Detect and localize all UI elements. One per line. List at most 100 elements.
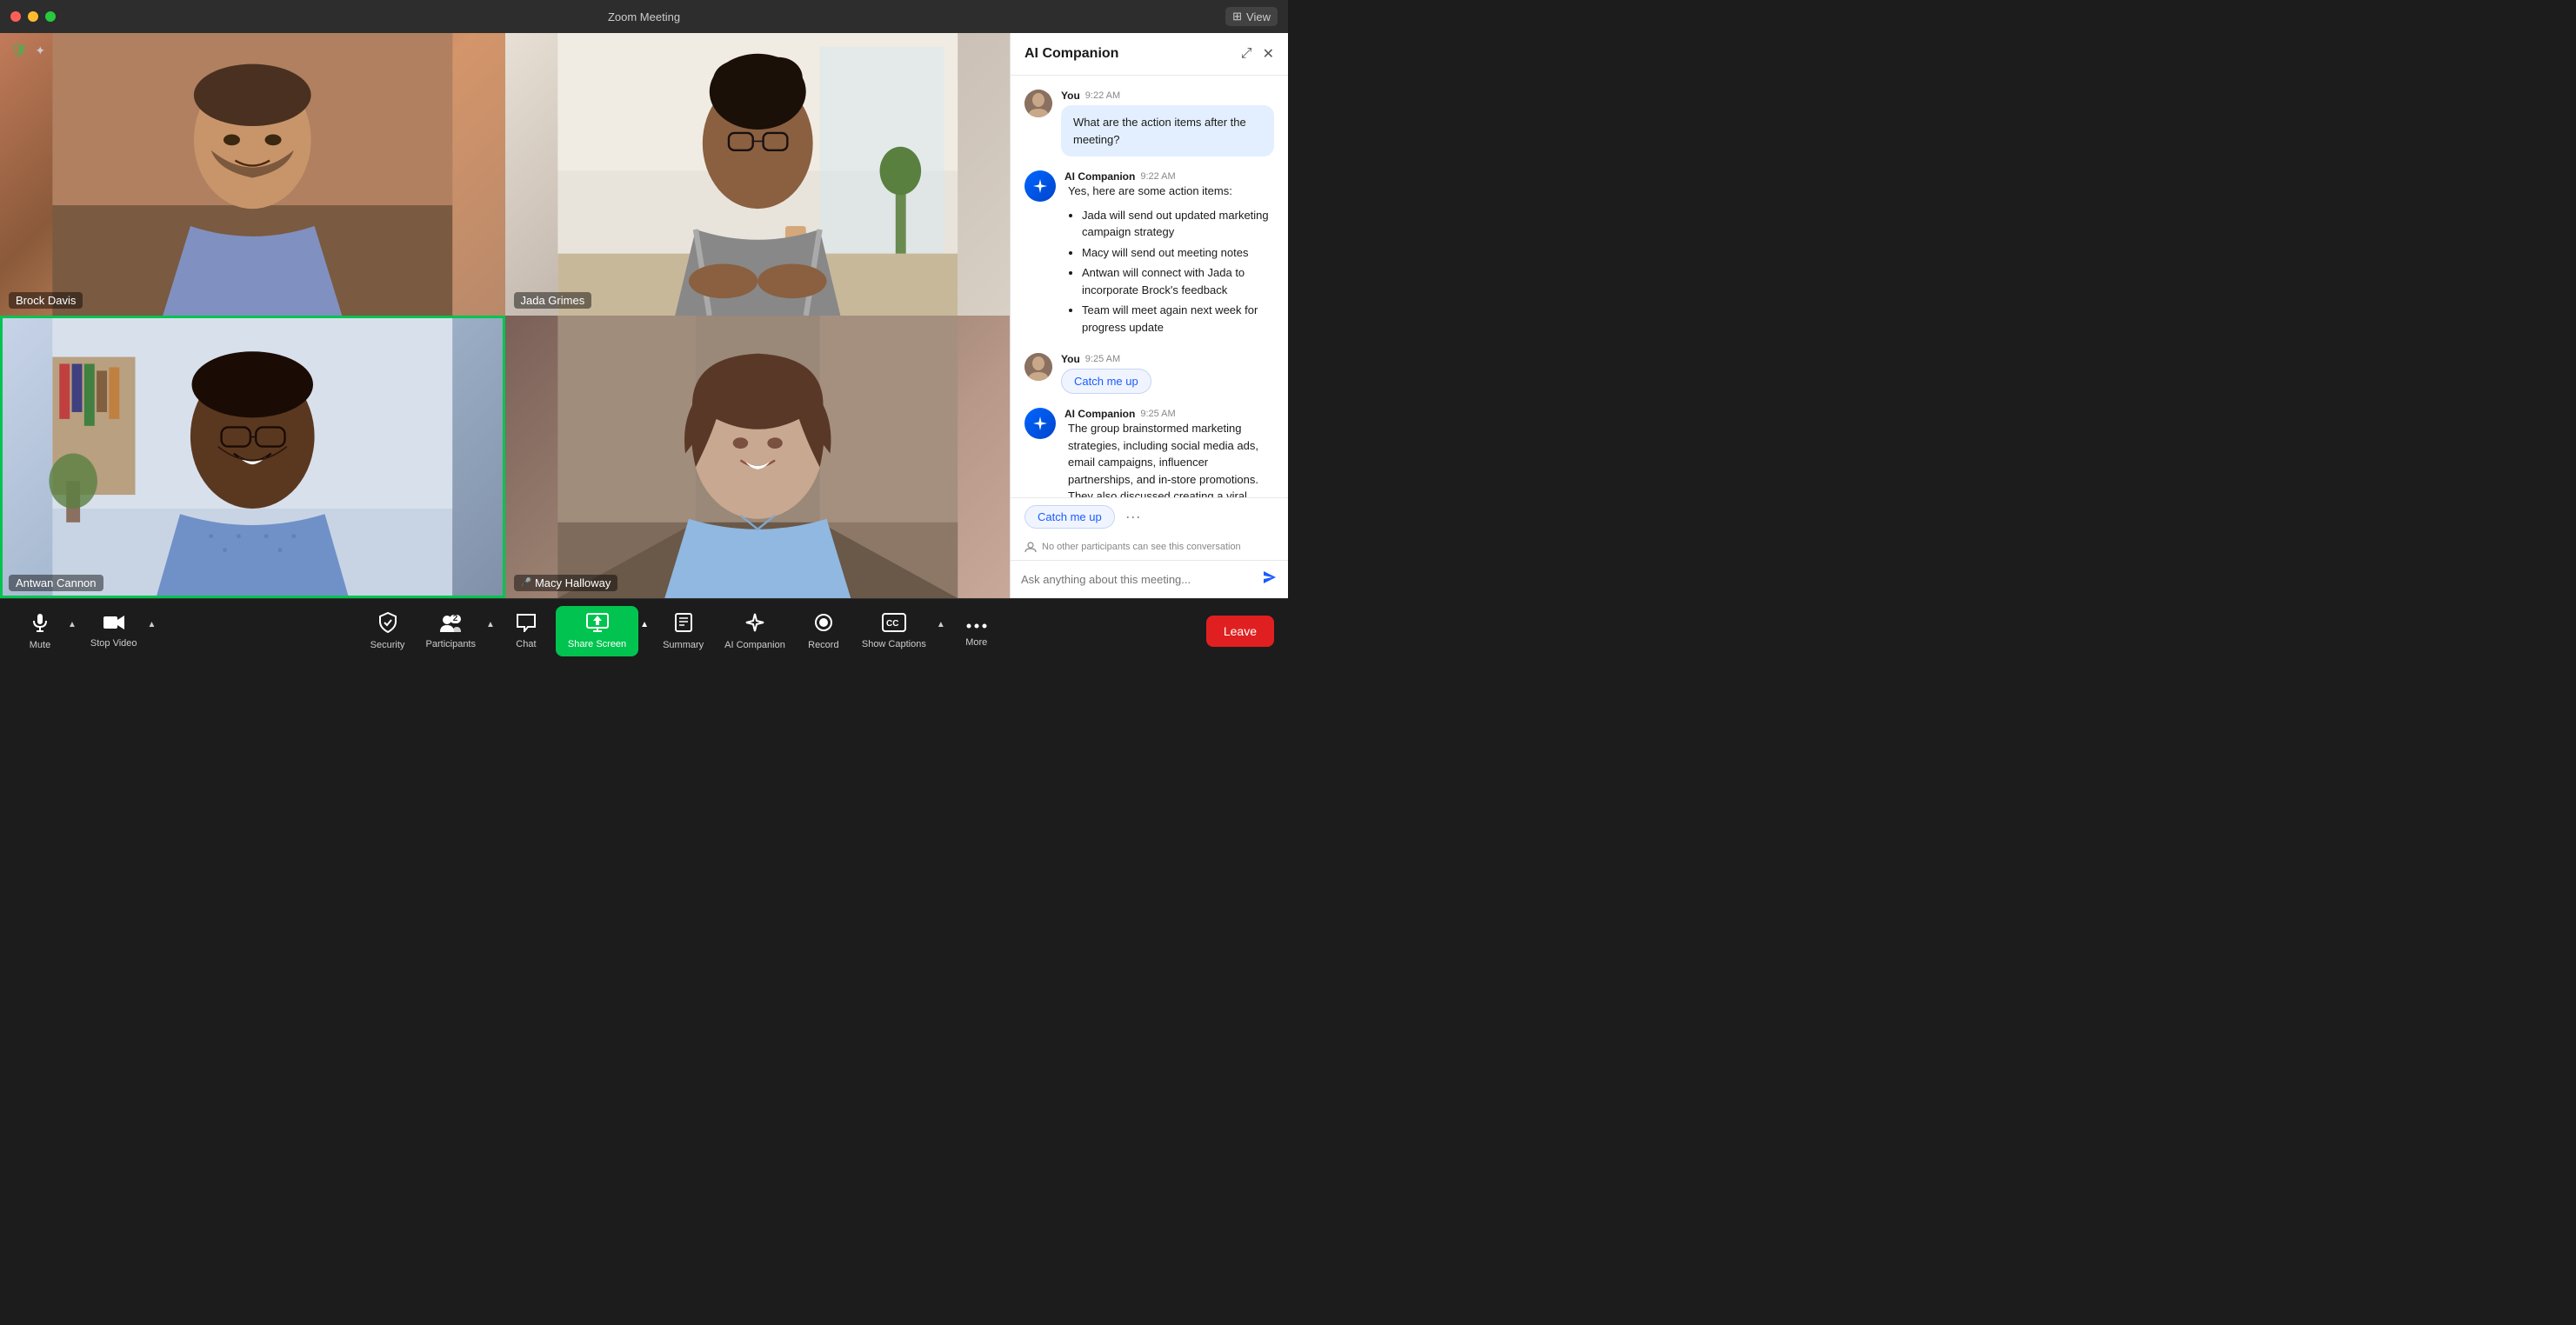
privacy-note: No other participants can see this conve…	[1011, 536, 1288, 560]
video-cell-antwan: Antwan Cannon	[0, 316, 505, 598]
participants-icon: 2	[438, 613, 463, 636]
ai-companion-panel: AI Companion ⤢ ✕	[1010, 33, 1288, 598]
ai-message-row-2: AI Companion 9:25 AM The group brainstor…	[1024, 408, 1274, 497]
security-button[interactable]: Security	[362, 607, 414, 656]
toolbar-right: Leave	[1206, 616, 1274, 647]
chat-button[interactable]: Chat	[500, 608, 552, 655]
ai-panel-action-buttons: ⤢ ✕	[1241, 45, 1274, 63]
sender-ai-1: AI Companion	[1064, 170, 1135, 183]
leave-button[interactable]: Leave	[1206, 616, 1274, 647]
message-row-1: You 9:22 AM What are the action items af…	[1024, 90, 1274, 156]
share-screen-label: Share Screen	[568, 639, 626, 649]
maximize-button[interactable]	[45, 11, 56, 22]
ai-bubble-1: Yes, here are some action items: Jada wi…	[1064, 183, 1274, 336]
name-label-brock: Brock Davis	[9, 292, 83, 309]
window-title: Zoom Meeting	[608, 10, 680, 23]
user-avatar-1	[1024, 90, 1052, 117]
record-button[interactable]: Record	[797, 607, 850, 656]
toolbar-left: Mute ▲ Stop Video ▲	[14, 607, 157, 656]
ai-bubble-2: The group brainstormed marketing strateg…	[1064, 420, 1274, 497]
security-shield-icon	[378, 612, 397, 636]
ai-panel-header: AI Companion ⤢ ✕	[1011, 33, 1288, 76]
share-screen-arrow[interactable]: ▲	[638, 620, 651, 629]
share-screen-icon	[586, 613, 609, 636]
time-2: 9:25 AM	[1085, 354, 1120, 364]
traffic-lights	[10, 11, 56, 22]
send-icon	[1262, 569, 1278, 585]
toolbar: Mute ▲ Stop Video ▲	[0, 598, 1288, 662]
mute-arrow[interactable]: ▲	[66, 620, 78, 629]
person-icon	[1024, 541, 1037, 553]
user-message-1: You 9:22 AM What are the action items af…	[1024, 90, 1274, 156]
catch-me-up-suggestion[interactable]: Catch me up	[1024, 505, 1115, 529]
mute-label: Mute	[30, 640, 50, 650]
video-arrow[interactable]: ▲	[146, 620, 158, 629]
catch-me-up-chip[interactable]: Catch me up	[1061, 369, 1151, 394]
participants-arrow[interactable]: ▲	[484, 620, 497, 629]
message-group-3: You 9:25 AM Catch me up	[1024, 353, 1274, 394]
ai-message-row-1: AI Companion 9:22 AM Yes, here are some …	[1024, 170, 1274, 339]
muted-icon: 🎤	[521, 578, 531, 588]
ai-companion-label: AI Companion	[724, 640, 785, 650]
main-content: 🛡 ✦	[0, 33, 1288, 598]
user-message-2: You 9:25 AM Catch me up	[1024, 353, 1274, 394]
microphone-icon	[30, 612, 50, 636]
ai-send-button[interactable]	[1262, 569, 1278, 589]
video-grid: 🛡 ✦	[0, 33, 1010, 598]
ai-avatar-2	[1024, 408, 1056, 439]
grid-icon: ⊞	[1232, 10, 1242, 23]
message-bubble-1: What are the action items after the meet…	[1061, 105, 1274, 156]
user-avatar-2	[1024, 353, 1052, 381]
popout-button[interactable]: ⤢	[1241, 45, 1252, 63]
security-label: Security	[370, 640, 405, 650]
ai-messages-list: You 9:22 AM What are the action items af…	[1011, 76, 1288, 497]
stop-video-label: Stop Video	[90, 638, 137, 649]
message-group-1: You 9:22 AM What are the action items af…	[1024, 90, 1274, 156]
name-label-jada: Jada Grimes	[514, 292, 592, 309]
more-suggestions-button[interactable]: ···	[1122, 508, 1145, 526]
ai-message-header-2: AI Companion 9:25 AM	[1064, 408, 1274, 420]
view-button[interactable]: ⊞ View	[1225, 7, 1278, 26]
captions-arrow[interactable]: ▲	[935, 620, 947, 629]
participants-label: Participants	[426, 639, 476, 649]
ai-suggestions: Catch me up ···	[1011, 497, 1288, 536]
show-captions-button[interactable]: CC Show Captions	[853, 608, 935, 655]
record-label: Record	[808, 640, 838, 650]
ai-avatar-1	[1024, 170, 1056, 202]
sender-ai-2: AI Companion	[1064, 408, 1135, 420]
name-label-macy: 🎤 Macy Halloway	[514, 575, 618, 591]
ai-companion-button[interactable]: AI Companion	[716, 607, 794, 656]
message-header-2: You 9:25 AM	[1061, 353, 1151, 365]
close-button[interactable]	[10, 11, 21, 22]
sender-you-1: You	[1061, 90, 1080, 102]
more-label: More	[965, 637, 987, 648]
captions-group: CC Show Captions ▲	[853, 608, 947, 655]
mute-button[interactable]: Mute	[14, 607, 66, 656]
ai-time-2: 9:25 AM	[1140, 409, 1175, 419]
message-row-2: You 9:25 AM Catch me up	[1024, 353, 1274, 394]
svg-text:CC: CC	[886, 619, 898, 629]
show-captions-label: Show Captions	[862, 639, 926, 649]
sparkle-icon: ✦	[35, 43, 45, 58]
stop-video-button[interactable]: Stop Video	[82, 609, 146, 654]
mute-group: Mute ▲	[14, 607, 78, 656]
ai-time-1: 9:22 AM	[1140, 171, 1175, 182]
summary-label: Summary	[663, 640, 704, 650]
message-header-1: You 9:22 AM	[1061, 90, 1274, 102]
sender-you-2: You	[1061, 353, 1080, 365]
chat-label: Chat	[516, 639, 536, 649]
share-screen-button[interactable]: Share Screen	[556, 606, 638, 656]
minimize-button[interactable]	[28, 11, 38, 22]
close-panel-button[interactable]: ✕	[1263, 45, 1274, 63]
camera-icon	[103, 614, 125, 635]
captions-icon: CC	[882, 613, 906, 636]
summary-button[interactable]: Summary	[654, 607, 712, 656]
title-bar: Zoom Meeting ⊞ View	[0, 0, 1288, 33]
time-1: 9:22 AM	[1085, 90, 1120, 101]
message-group-2: AI Companion 9:22 AM Yes, here are some …	[1024, 170, 1274, 339]
video-cell-macy: 🎤 Macy Halloway	[505, 316, 1011, 598]
participants-button[interactable]: 2 Participants	[417, 608, 484, 655]
ai-message-header-1: AI Companion 9:22 AM	[1064, 170, 1274, 183]
more-button[interactable]: More	[951, 609, 1003, 653]
ai-chat-input[interactable]	[1021, 573, 1255, 586]
